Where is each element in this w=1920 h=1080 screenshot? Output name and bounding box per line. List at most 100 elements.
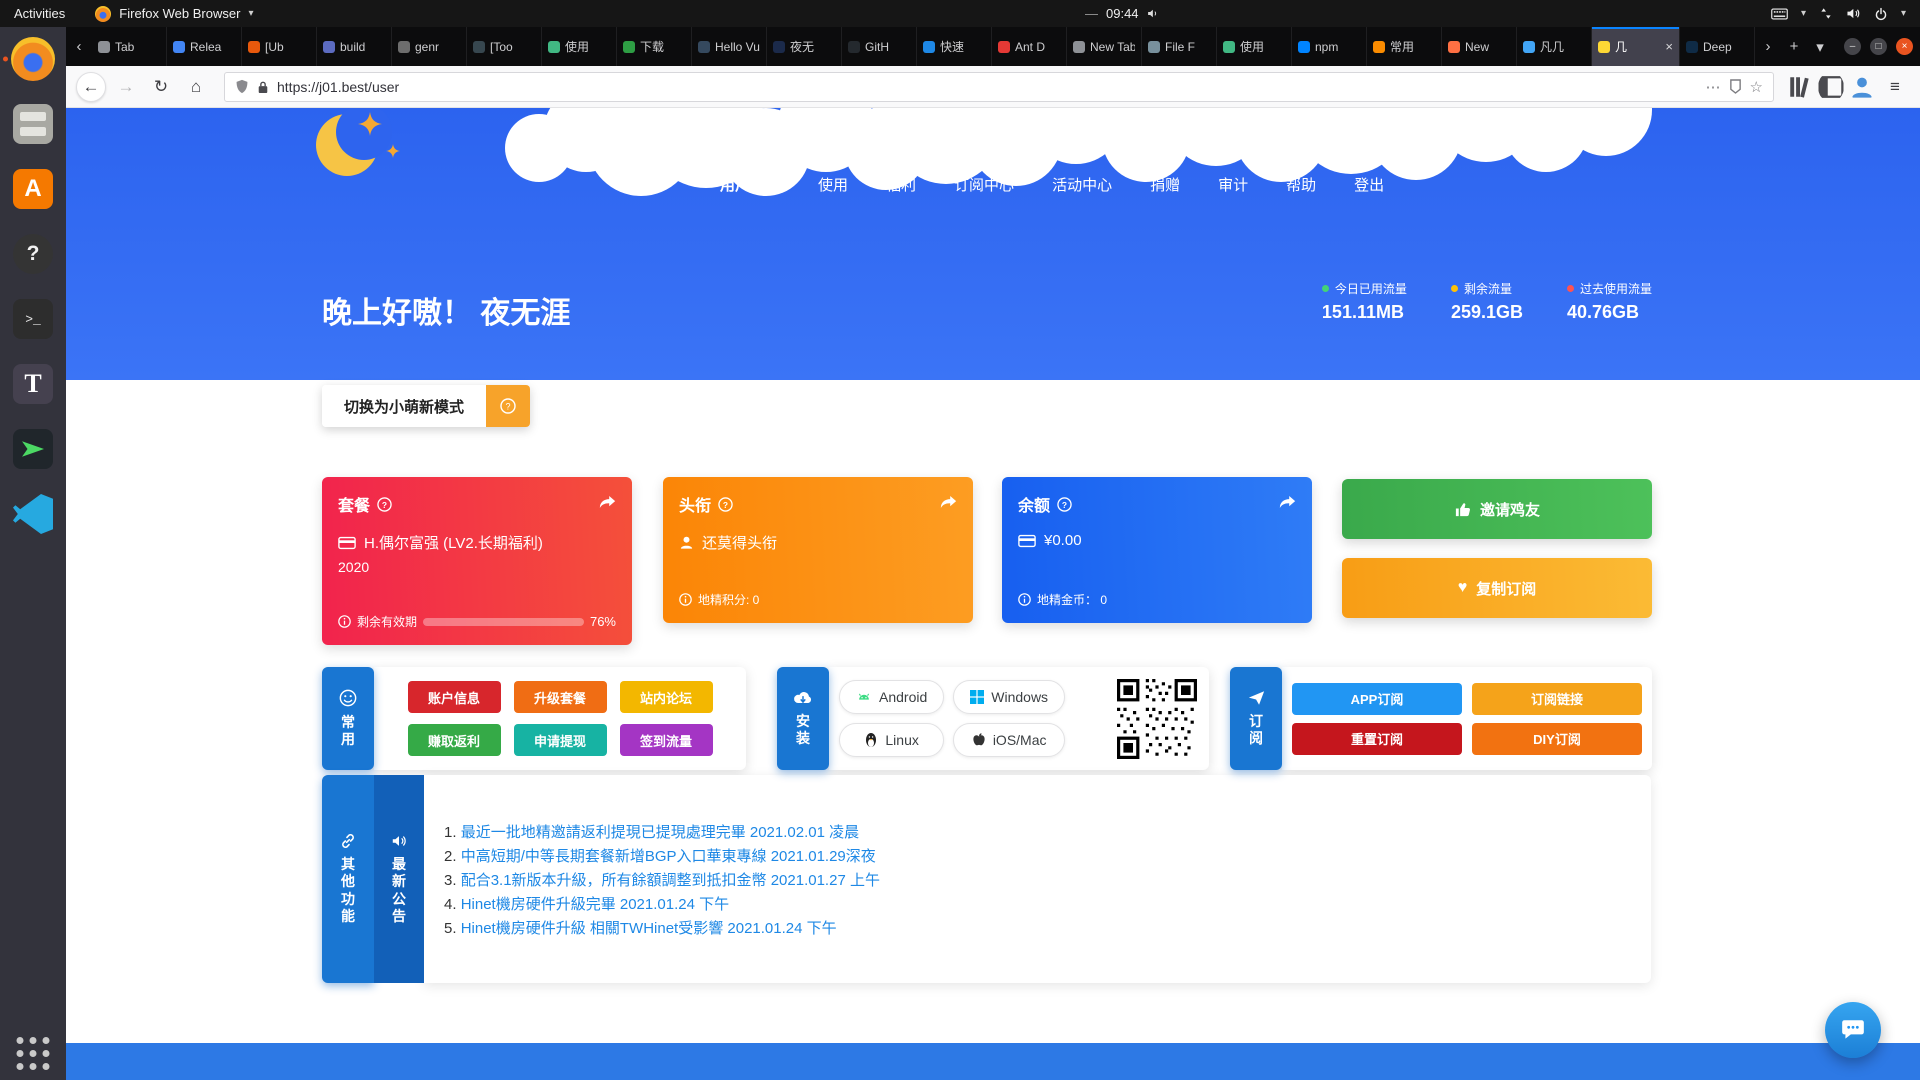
browser-tab[interactable]: GitH	[842, 27, 917, 66]
announcement-link[interactable]: 配合3.1新版本升級，所有餘額調整到抵扣金幣 2021.01.27 上午	[461, 872, 880, 889]
browser-tab[interactable]: Tab	[92, 27, 167, 66]
page-actions-icon[interactable]: ⋯	[1706, 78, 1721, 96]
withdraw-button[interactable]: 申请提现	[514, 724, 607, 756]
announcement-link[interactable]: Hinet機房硬件升級完畢 2021.01.24 下午	[461, 896, 729, 913]
browser-tab-active[interactable]: 几×	[1592, 27, 1680, 66]
browser-tab[interactable]: New Tab	[1067, 27, 1142, 66]
browser-tab[interactable]: Hello Vu	[692, 27, 767, 66]
back-button[interactable]: ←	[76, 72, 106, 102]
announcement-link[interactable]: 最近一批地精邀請返利提現已提現處理完畢 2021.02.01 凌晨	[461, 824, 859, 841]
close-tab-icon[interactable]: ×	[1665, 39, 1673, 54]
nav-donate[interactable]: 捐赠	[1150, 174, 1180, 195]
dock-vscode[interactable]	[9, 490, 57, 538]
browser-tab[interactable]: 使用	[1217, 27, 1292, 66]
tab-common[interactable]: 常用	[322, 667, 374, 770]
browser-tab[interactable]: [Too	[467, 27, 542, 66]
browser-tab[interactable]: build	[317, 27, 392, 66]
url-text[interactable]: https://j01.best/user	[277, 79, 1698, 95]
account-info-button[interactable]: 账户信息	[408, 681, 501, 713]
nav-activity-center[interactable]: 活动中心	[1052, 174, 1112, 195]
nav-subscription-center[interactable]: 订阅中心	[954, 174, 1014, 195]
tab-subscribe[interactable]: 订阅	[1230, 667, 1282, 770]
browser-tab[interactable]: genr	[392, 27, 467, 66]
close-window-button[interactable]: ×	[1896, 38, 1913, 55]
linux-button[interactable]: Linux	[839, 723, 944, 757]
dock-files[interactable]	[9, 100, 57, 148]
reset-subscription-button[interactable]: 重置订阅	[1292, 723, 1462, 755]
refresh-button[interactable]: ↻	[146, 72, 176, 102]
menu-icon[interactable]: ≡	[1880, 72, 1910, 102]
android-button[interactable]: Android	[839, 680, 944, 714]
question-circle-icon[interactable]: ?	[1057, 497, 1072, 512]
dock-text-editor[interactable]: T	[9, 360, 57, 408]
share-icon[interactable]	[599, 495, 616, 514]
bookmark-star-icon[interactable]: ☆	[1750, 78, 1763, 96]
new-tab-button[interactable]: +	[1781, 27, 1807, 66]
browser-tab[interactable]: 下载	[617, 27, 692, 66]
tab-latest-announcements[interactable]: 最新公告	[374, 775, 424, 983]
app-menu[interactable]: Firefox Web Browser ▾	[95, 6, 253, 22]
diy-subscription-button[interactable]: DIY订阅	[1472, 723, 1642, 755]
upgrade-plan-button[interactable]: 升级套餐	[514, 681, 607, 713]
sidebar-toggle-icon[interactable]	[1818, 72, 1844, 102]
share-icon[interactable]	[1279, 495, 1296, 514]
browser-tab[interactable]: Deep	[1680, 27, 1755, 66]
browser-tab[interactable]: 使用	[542, 27, 617, 66]
scroll-tabs-left-button[interactable]: ‹	[66, 27, 92, 66]
earn-rebate-button[interactable]: 赚取返利	[408, 724, 501, 756]
tab-other-functions[interactable]: 其他功能	[322, 775, 374, 983]
power-icon[interactable]	[1874, 7, 1888, 21]
dock-remote-app[interactable]	[9, 425, 57, 473]
nav-welfare[interactable]: 福利	[886, 174, 916, 195]
announcement-link[interactable]: 中高短期/中等長期套餐新增BGP入口華東專線 2021.01.29深夜	[461, 848, 876, 865]
scroll-tabs-right-button[interactable]: ›	[1755, 27, 1781, 66]
browser-tab[interactable]: [Ub	[242, 27, 317, 66]
volume-icon[interactable]	[1846, 7, 1861, 20]
share-icon[interactable]	[940, 495, 957, 514]
activities-button[interactable]: Activities	[14, 6, 65, 21]
question-circle-icon[interactable]: ?	[377, 497, 392, 512]
question-circle-icon[interactable]: ?	[718, 497, 733, 512]
invite-friends-button[interactable]: 邀请鸡友	[1342, 479, 1652, 539]
browser-tab[interactable]: 快速	[917, 27, 992, 66]
browser-tab[interactable]: File F	[1142, 27, 1217, 66]
browser-tab[interactable]: Ant D	[992, 27, 1067, 66]
forward-button[interactable]: →	[111, 72, 141, 102]
pocket-icon[interactable]	[1729, 79, 1742, 94]
subscription-link-button[interactable]: 订阅链接	[1472, 683, 1642, 715]
clock[interactable]: — 09:44	[1085, 0, 1159, 27]
tab-install[interactable]: 安装	[777, 667, 829, 770]
library-icon[interactable]	[1787, 72, 1813, 102]
nav-logout[interactable]: 登出	[1354, 174, 1384, 195]
toggle-help-button[interactable]: ?	[486, 385, 530, 427]
browser-tab[interactable]: 凡几	[1517, 27, 1592, 66]
checkin-traffic-button[interactable]: 签到流量	[620, 724, 713, 756]
dock-terminal[interactable]: >_	[9, 295, 57, 343]
nav-audit[interactable]: 审计	[1218, 174, 1248, 195]
forum-button[interactable]: 站内论坛	[620, 681, 713, 713]
app-subscription-button[interactable]: APP订阅	[1292, 683, 1462, 715]
url-bar[interactable]: https://j01.best/user ⋯ ☆	[224, 72, 1774, 102]
browser-tab[interactable]: 常用	[1367, 27, 1442, 66]
nav-help[interactable]: 帮助	[1286, 174, 1316, 195]
keyboard-icon[interactable]	[1771, 8, 1788, 20]
account-icon[interactable]	[1849, 72, 1875, 102]
newbie-mode-toggle[interactable]: 切换为小萌新模式 ?	[322, 385, 530, 427]
nav-usage[interactable]: 使用	[818, 174, 848, 195]
browser-tab[interactable]: 夜无	[767, 27, 842, 66]
show-applications-button[interactable]	[17, 1037, 50, 1070]
windows-button[interactable]: Windows	[953, 680, 1065, 714]
system-tray[interactable]: ▾ ▾	[1771, 7, 1920, 21]
list-all-tabs-button[interactable]: ▾	[1807, 27, 1833, 66]
dock-firefox[interactable]	[9, 35, 57, 83]
shield-icon[interactable]	[235, 79, 249, 94]
network-icon[interactable]	[1819, 7, 1833, 20]
browser-tab[interactable]: Relea	[167, 27, 242, 66]
copy-subscription-button[interactable]: ♥ 复制订阅	[1342, 558, 1652, 618]
browser-tab[interactable]: New	[1442, 27, 1517, 66]
maximize-button[interactable]: □	[1870, 38, 1887, 55]
lock-icon[interactable]	[257, 80, 269, 94]
browser-tab[interactable]: npm	[1292, 27, 1367, 66]
nav-user-center[interactable]: 用户中心	[720, 174, 780, 195]
dock-help[interactable]: ?	[9, 230, 57, 278]
